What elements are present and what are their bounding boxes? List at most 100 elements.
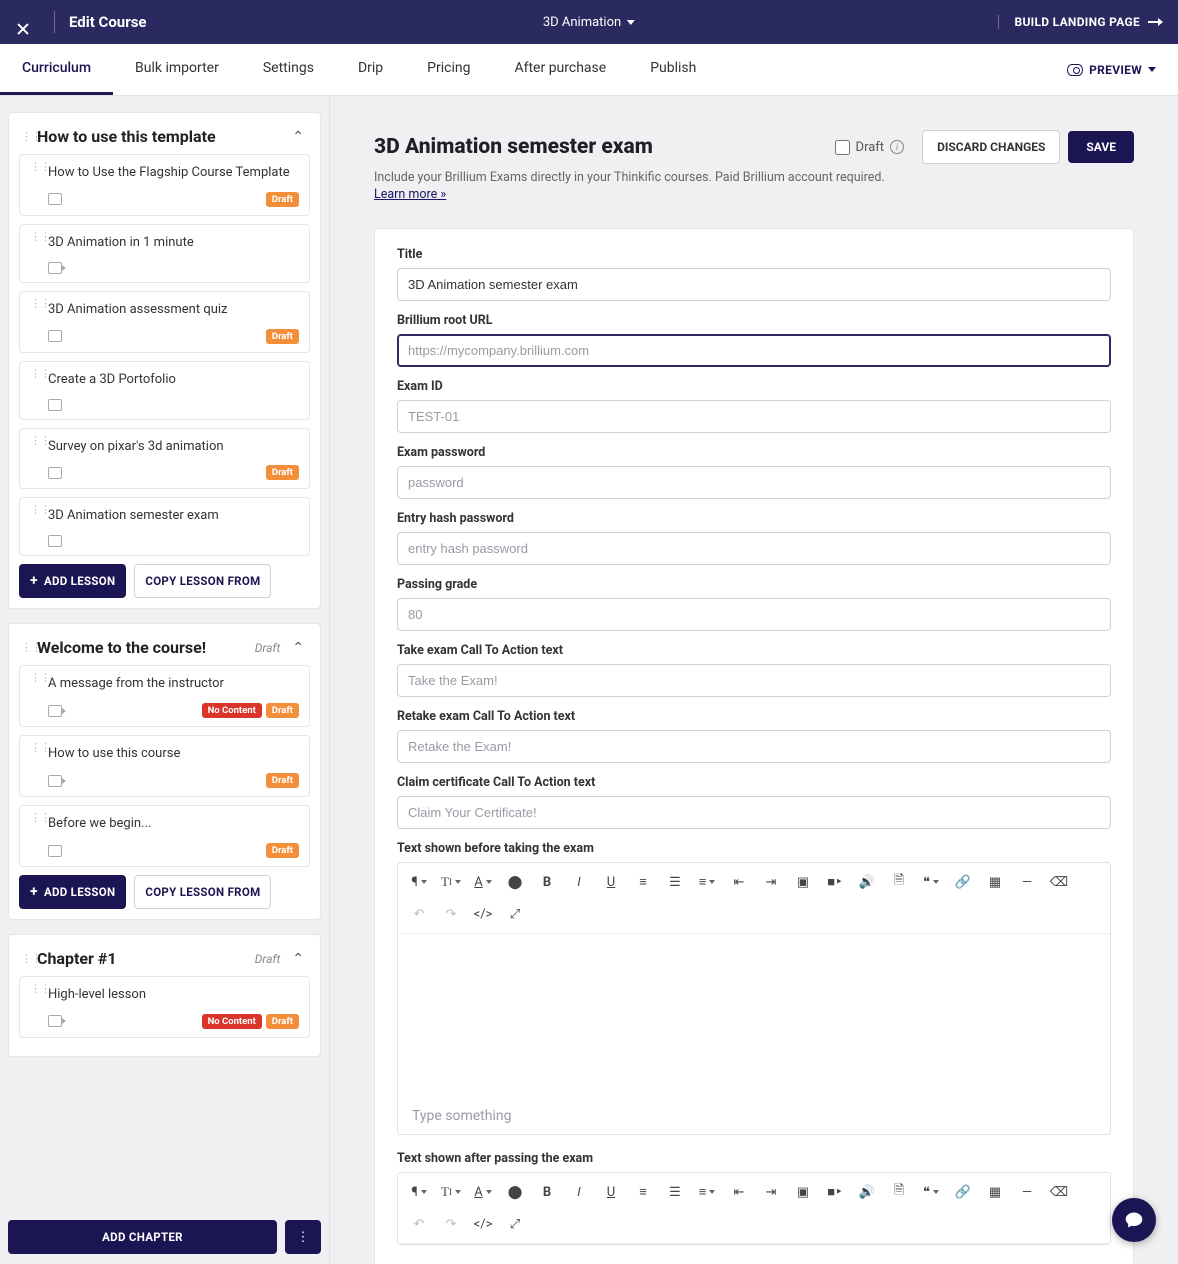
align-button[interactable]: ≡ [692, 1179, 722, 1205]
chevron-up-icon[interactable]: ⌃ [292, 640, 304, 656]
drag-handle-icon[interactable]: ⋮⋮ [21, 646, 31, 650]
drag-handle-icon[interactable]: ⋮⋮ [30, 372, 40, 411]
draft-checkbox[interactable]: Draft i [835, 140, 905, 155]
lesson-item[interactable]: ⋮⋮ A message from the instructor No Cont… [19, 665, 310, 727]
lesson-item[interactable]: ⋮⋮ Before we begin... Draft [19, 805, 310, 867]
lesson-item[interactable]: ⋮⋮ High-level lesson No Content Draft [19, 976, 310, 1038]
image-button[interactable]: ▣ [788, 869, 818, 895]
lesson-item[interactable]: ⋮⋮ 3D Animation in 1 minute [19, 224, 310, 283]
tab-curriculum[interactable]: Curriculum [0, 44, 113, 95]
outdent-button[interactable]: ⇤ [724, 1179, 754, 1205]
drag-handle-icon[interactable]: ⋮⋮ [21, 135, 31, 139]
align-button[interactable]: ≡ [692, 869, 722, 895]
audio-button[interactable]: 🔊 [852, 869, 882, 895]
chevron-up-icon[interactable]: ⌃ [292, 951, 304, 967]
info-icon[interactable]: i [890, 140, 904, 154]
exam-password-input[interactable] [397, 466, 1111, 499]
tab-after-purchase[interactable]: After purchase [492, 44, 628, 95]
drag-handle-icon[interactable]: ⋮⋮ [30, 676, 40, 718]
bold-button[interactable]: B [532, 1179, 562, 1205]
font-size-button[interactable]: TI [436, 1179, 466, 1205]
claim-cta-input[interactable] [397, 796, 1111, 829]
file-button[interactable]: 🗎 [884, 869, 914, 895]
drag-handle-icon[interactable]: ⋮⋮ [30, 508, 40, 547]
drag-handle-icon[interactable]: ⋮⋮ [30, 746, 40, 788]
copy-lesson-button[interactable]: COPY LESSON FROM [134, 875, 271, 909]
build-landing-button[interactable]: BUILD LANDING PAGE [998, 15, 1162, 29]
chevron-up-icon[interactable]: ⌃ [292, 129, 304, 145]
italic-button[interactable]: I [564, 869, 594, 895]
link-button[interactable]: 🔗 [948, 869, 978, 895]
add-lesson-button[interactable]: +ADD LESSON [19, 875, 126, 909]
drag-handle-icon[interactable]: ⋮⋮ [30, 439, 40, 481]
lesson-item[interactable]: ⋮⋮ 3D Animation assessment quiz Draft [19, 291, 310, 353]
drag-handle-icon[interactable]: ⋮⋮ [30, 302, 40, 344]
paragraph-format-button[interactable]: ¶ [404, 1179, 434, 1205]
video-button[interactable]: ■‣ [820, 1179, 850, 1205]
fullscreen-button[interactable]: ⤢ [500, 901, 530, 927]
outdent-button[interactable]: ⇤ [724, 869, 754, 895]
title-input[interactable] [397, 268, 1111, 301]
draft-checkbox-input[interactable] [835, 140, 850, 155]
unordered-list-button[interactable]: ☰ [660, 869, 690, 895]
underline-button[interactable]: U [596, 869, 626, 895]
redo-button[interactable]: ↷ [436, 901, 466, 927]
drag-handle-icon[interactable]: ⋮⋮ [30, 987, 40, 1029]
passing-grade-input[interactable] [397, 598, 1111, 631]
more-options-button[interactable]: ⋮ [285, 1220, 321, 1254]
table-button[interactable]: ▦ [980, 1179, 1010, 1205]
image-button[interactable]: ▣ [788, 1179, 818, 1205]
discard-button[interactable]: DISCARD CHANGES [922, 130, 1060, 164]
font-size-button[interactable]: TI [436, 869, 466, 895]
audio-button[interactable]: 🔊 [852, 1179, 882, 1205]
chat-widget-button[interactable] [1112, 1198, 1156, 1242]
chapter-header[interactable]: ⋮⋮ Welcome to the course! Draft ⌃ [19, 634, 310, 665]
drag-handle-icon[interactable]: ⋮⋮ [30, 235, 40, 274]
fullscreen-button[interactable]: ⤢ [500, 1211, 530, 1237]
link-button[interactable]: 🔗 [948, 1179, 978, 1205]
learn-more-link[interactable]: Learn more » [374, 187, 446, 202]
font-color-button[interactable]: A [468, 1179, 498, 1205]
quote-button[interactable]: ❝ [916, 1179, 946, 1205]
chapter-header[interactable]: ⋮⋮ Chapter #1 Draft ⌃ [19, 945, 310, 976]
main-panel[interactable]: 3D Animation semester exam Draft i DISCA… [330, 96, 1178, 1264]
drag-handle-icon[interactable]: ⋮⋮ [30, 816, 40, 858]
preview-button[interactable]: PREVIEW [1053, 44, 1170, 95]
lesson-item[interactable]: ⋮⋮ How to Use the Flagship Course Templa… [19, 154, 310, 216]
ordered-list-button[interactable]: ≡ [628, 869, 658, 895]
rte-editor-area[interactable]: Type something [398, 934, 1110, 1134]
lesson-item[interactable]: ⋮⋮ Create a 3D Portofolio [19, 361, 310, 420]
quote-button[interactable]: ❝ [916, 869, 946, 895]
clear-format-button[interactable]: ⌫ [1044, 869, 1074, 895]
root-url-input[interactable] [397, 334, 1111, 367]
clear-format-button[interactable]: ⌫ [1044, 1179, 1074, 1205]
exam-id-input[interactable] [397, 400, 1111, 433]
hr-button[interactable]: — [1012, 1179, 1042, 1205]
tab-publish[interactable]: Publish [628, 44, 718, 95]
take-cta-input[interactable] [397, 664, 1111, 697]
italic-button[interactable]: I [564, 1179, 594, 1205]
entry-hash-input[interactable] [397, 532, 1111, 565]
hr-button[interactable]: — [1012, 869, 1042, 895]
paragraph-format-button[interactable]: ¶ [404, 869, 434, 895]
lesson-item[interactable]: ⋮⋮ Survey on pixar's 3d animation Draft [19, 428, 310, 490]
chapter-header[interactable]: ⋮⋮ How to use this template ⌃ [19, 123, 310, 154]
undo-button[interactable]: ↶ [404, 1211, 434, 1237]
copy-lesson-button[interactable]: COPY LESSON FROM [134, 564, 271, 598]
undo-button[interactable]: ↶ [404, 901, 434, 927]
code-view-button[interactable]: </> [468, 901, 498, 927]
unordered-list-button[interactable]: ☰ [660, 1179, 690, 1205]
course-selector[interactable]: 3D Animation [543, 15, 635, 30]
ordered-list-button[interactable]: ≡ [628, 1179, 658, 1205]
video-button[interactable]: ■‣ [820, 869, 850, 895]
drag-handle-icon[interactable]: ⋮⋮ [21, 957, 31, 961]
tab-pricing[interactable]: Pricing [405, 44, 492, 95]
code-view-button[interactable]: </> [468, 1211, 498, 1237]
lesson-item[interactable]: ⋮⋮ How to use this course Draft [19, 735, 310, 797]
file-button[interactable]: 🗎 [884, 1179, 914, 1205]
add-lesson-button[interactable]: +ADD LESSON [19, 564, 126, 598]
indent-button[interactable]: ⇥ [756, 869, 786, 895]
drag-handle-icon[interactable]: ⋮⋮ [30, 165, 40, 207]
tab-bulk-importer[interactable]: Bulk importer [113, 44, 241, 95]
underline-button[interactable]: U [596, 1179, 626, 1205]
